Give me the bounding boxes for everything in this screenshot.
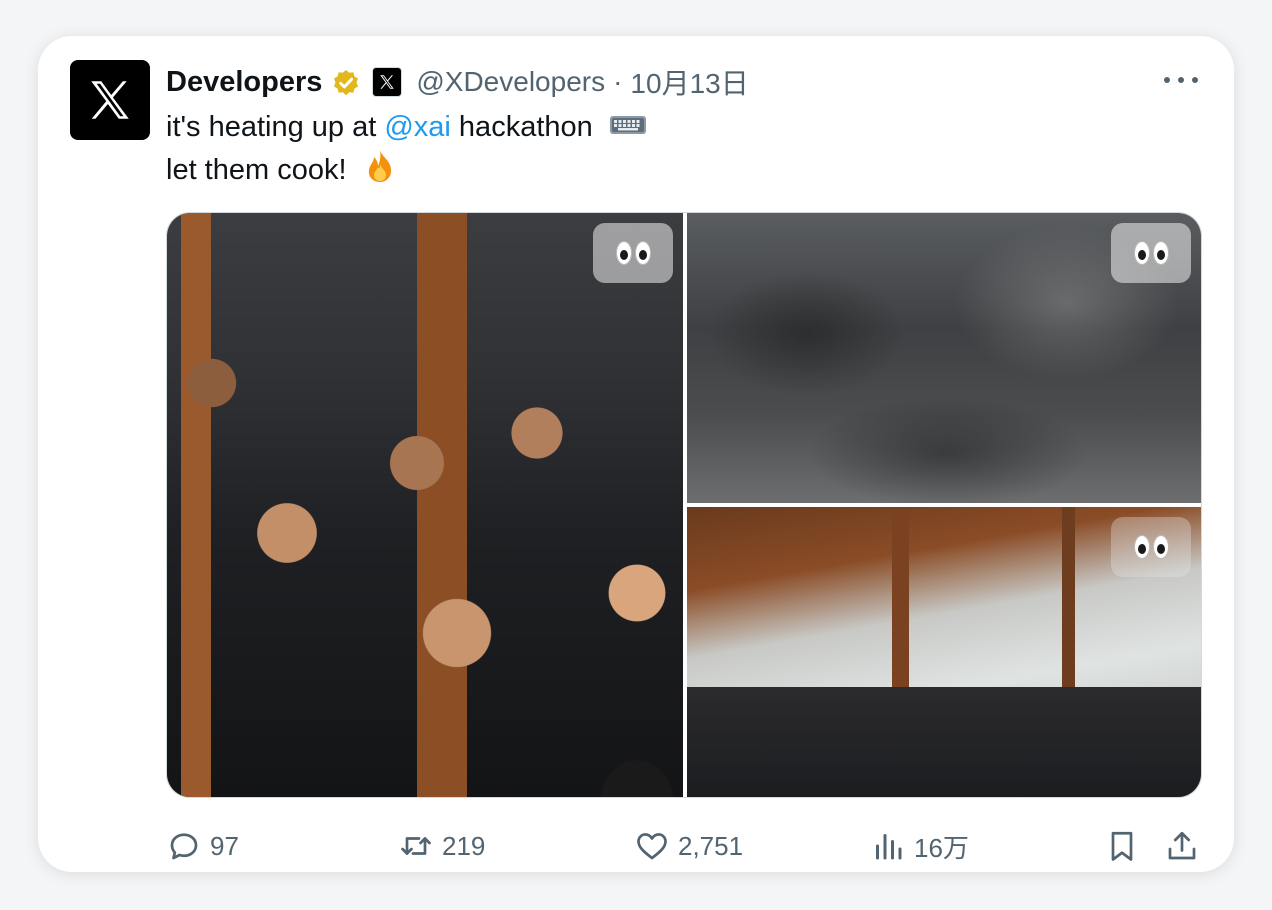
photo-blurred[interactable] [687,213,1201,503]
fire-emoji-icon [363,148,397,195]
reply-icon [170,833,198,860]
retweet-button[interactable]: 219 [398,826,485,866]
retweet-icon [401,837,431,855]
tweet-header: Developers @XDevelopers · 10月13日 [166,62,749,102]
eyes-emoji-icon [1111,223,1191,283]
share-icon [1168,831,1196,860]
like-button[interactable]: 2,751 [634,826,743,866]
tweet-text-line-2: let them cook! [166,148,647,195]
more-icon[interactable] [1164,66,1198,94]
action-bar: 97 219 2,751 16万 [166,826,1200,866]
share-button[interactable] [1164,826,1200,866]
views-icon [876,834,902,860]
reply-count: 97 [210,830,239,861]
reply-button[interactable]: 97 [166,826,239,866]
separator-dot: · [613,66,623,97]
author-handle[interactable]: @XDevelopers [416,66,605,98]
avatar[interactable] [70,60,150,140]
media-grid [166,212,1202,798]
tweet-text-line-1: it's heating up at @xai hackathon [166,108,647,148]
eyes-emoji-icon [593,223,673,283]
bookmark-icon [1111,831,1133,861]
photo-hackathon-venue-room[interactable] [687,507,1201,797]
mention-link[interactable]: @xai [384,111,451,143]
author-name[interactable]: Developers [166,66,322,99]
like-icon [637,833,667,860]
bookmark-button[interactable] [1104,826,1140,866]
eyes-emoji-icon [1111,517,1191,577]
view-count: 16万 [914,832,969,863]
keyboard-emoji-icon [609,109,647,148]
text-segment: let them cook! [166,154,355,186]
tweet-text: it's heating up at @xai hackathon let th… [166,108,647,195]
views-button[interactable]: 16万 [870,826,969,866]
tweet-card[interactable]: Developers @XDevelopers · 10月13日 it's he… [38,36,1234,872]
like-count: 2,751 [678,830,744,861]
photo-hackathon-group-selfie[interactable] [167,213,683,797]
text-segment: hackathon [450,111,593,143]
retweet-count: 219 [442,830,486,861]
tweet-date[interactable]: 10月13日 [630,62,748,102]
text-segment: it's heating up at [166,111,385,143]
x-affiliate-icon[interactable] [372,67,403,97]
x-logo-icon [91,81,129,119]
verified-badge-icon [330,66,362,98]
